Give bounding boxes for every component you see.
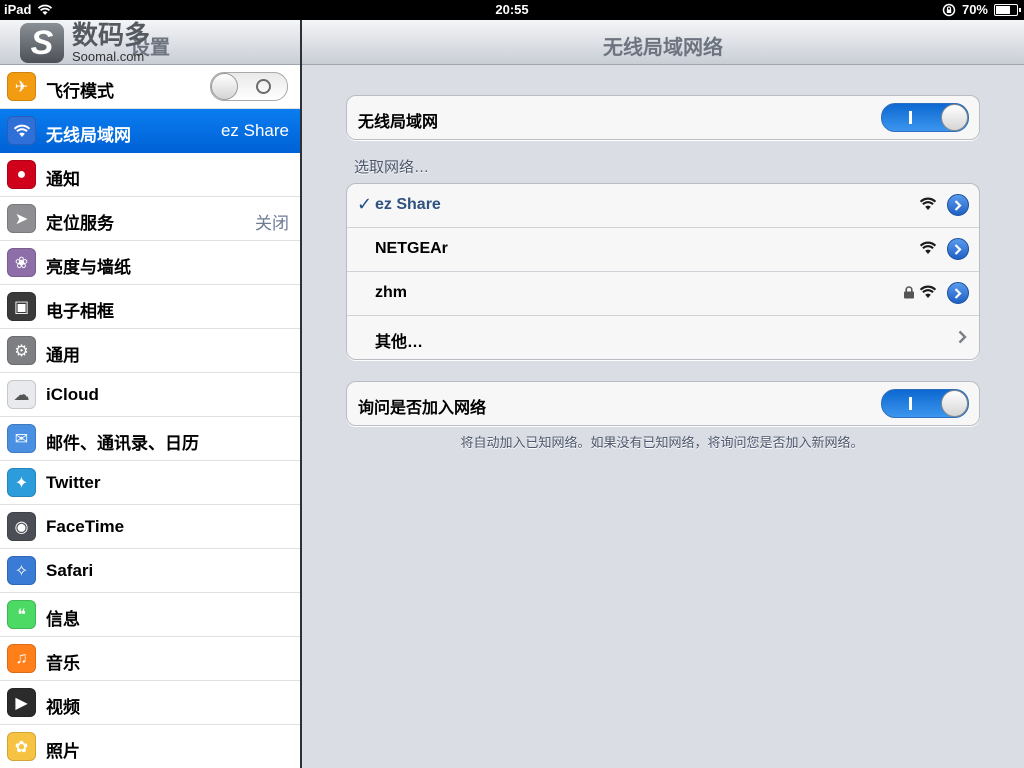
network-detail-button[interactable] [947, 194, 969, 216]
sidebar-item[interactable]: ✦ Twitter [0, 461, 300, 505]
wifi-icon [7, 116, 36, 145]
network-name: zhm [375, 284, 407, 301]
network-detail-button[interactable] [947, 282, 969, 304]
sidebar-item[interactable]: ♫ 音乐 [0, 637, 300, 681]
picture-frame-icon: ▣ [7, 292, 36, 321]
sidebar-item-label: 电子相框 [46, 302, 114, 321]
sidebar-header: 设置 S 数码多 Soomal.com [0, 20, 300, 65]
facetime-icon: ◉ [7, 512, 36, 541]
sidebar-item-label: 视频 [46, 698, 80, 717]
sidebar-item-value: ez Share [220, 121, 289, 140]
watermark-logo: S 数码多 Soomal.com [20, 22, 150, 63]
wifi-strength-icon [919, 285, 937, 298]
choose-network-title: 选取网络… [354, 159, 430, 176]
network-name: ez Share [375, 196, 441, 213]
sidebar-item[interactable]: ◉ FaceTime [0, 505, 300, 549]
sidebar-item-label: 邮件、通讯录、日历 [46, 434, 199, 453]
sidebar-item[interactable]: ✈ 飞行模式 [0, 65, 300, 109]
wifi-toggle-row: 无线局域网 [347, 96, 979, 139]
detail-header: 无线局域网络 [302, 20, 1024, 65]
network-row[interactable]: zhm [347, 271, 979, 315]
cloud-icon: ☁ [7, 380, 36, 409]
wifi-detail-pane: 无线局域网络 无线局域网 选取网络… ✓ ez Share NETGEAr zhm 其… [302, 20, 1024, 768]
sidebar-item-label: Safari [46, 561, 94, 580]
chevron-right-icon [954, 199, 962, 211]
mail-icon: ✉ [7, 424, 36, 453]
sidebar-item-label: 信息 [46, 610, 80, 629]
sidebar-item[interactable]: ▶ 视频 [0, 681, 300, 725]
sidebar-item-label: 照片 [46, 742, 80, 761]
sidebar-item[interactable]: ✧ Safari [0, 549, 300, 593]
checkmark-icon: ✓ [357, 194, 373, 214]
battery-percent: 70% [961, 2, 988, 17]
wallpaper-icon: ❀ [7, 248, 36, 277]
battery-icon [994, 3, 1021, 16]
wifi-strength-icon [919, 197, 937, 210]
sidebar-item-label: FaceTime [46, 517, 125, 536]
wifi-toggle-label: 无线局域网 [358, 114, 439, 131]
sidebar-item[interactable]: ⚙ 通用 [0, 329, 300, 373]
sidebar-item[interactable]: ❝ 信息 [0, 593, 300, 637]
location-icon: ➤ [7, 204, 36, 233]
other-network-row[interactable]: 其他… [347, 315, 979, 359]
sidebar-item[interactable]: ● 通知 [0, 153, 300, 197]
network-name: NETGEAr [375, 240, 448, 257]
ask-to-join-group: 询问是否加入网络 [346, 381, 980, 426]
clock: 20:55 [495, 2, 529, 17]
detail-title: 无线局域网络 [603, 37, 723, 59]
twitter-icon: ✦ [7, 468, 36, 497]
airplane-icon: ✈ [7, 72, 36, 101]
sidebar-item-label: 亮度与墙纸 [46, 258, 131, 277]
settings-list: ✈ 飞行模式无线局域网 ez Share ● 通知 ➤ 定位服务 关闭 ❀ 亮度与墙纸 ▣ 电子相框 ⚙… [0, 65, 300, 768]
messages-icon: ❝ [7, 600, 36, 629]
sidebar-item[interactable]: ✉ 邮件、通讯录、日历 [0, 417, 300, 461]
sidebar-item-label: 定位服务 [46, 214, 114, 233]
chevron-right-icon [954, 243, 962, 255]
wifi-strength-icon [919, 241, 937, 254]
sidebar-item[interactable]: 无线局域网 ez Share [0, 109, 300, 153]
gear-icon: ⚙ [7, 336, 36, 365]
ask-to-join-row: 询问是否加入网络 [347, 382, 979, 425]
chevron-right-icon [958, 330, 967, 344]
sidebar-item-label: 通用 [46, 346, 80, 365]
settings-sidebar: 设置 S 数码多 Soomal.com ✈ 飞行模式无线局域网 ez Share ● 通… [0, 20, 300, 768]
music-icon: ♫ [7, 644, 36, 673]
wifi-switch[interactable] [881, 103, 969, 132]
watermark-mark-icon: S [20, 22, 64, 63]
sidebar-item-label: Twitter [46, 473, 101, 492]
sidebar-item[interactable]: ▣ 电子相框 [0, 285, 300, 329]
photos-icon: ✿ [7, 732, 36, 761]
ask-to-join-footnote: 将自动加入已知网络。如果没有已知网络，将询问您是否加入新网络。 [460, 435, 864, 450]
sidebar-item-label: 通知 [46, 170, 80, 189]
watermark-subtitle: Soomal.com [72, 49, 145, 64]
watermark-title: 数码多 [72, 20, 151, 50]
sidebar-item[interactable]: ❀ 亮度与墙纸 [0, 241, 300, 285]
network-row[interactable]: NETGEAr [347, 227, 979, 271]
video-icon: ▶ [7, 688, 36, 717]
rotation-lock-icon [942, 3, 956, 16]
sidebar-item[interactable]: ☁ iCloud [0, 373, 300, 417]
chevron-right-icon [954, 287, 962, 299]
ask-to-join-label: 询问是否加入网络 [358, 400, 487, 417]
airplane-mode-switch[interactable] [210, 72, 288, 101]
sidebar-item-value: 关闭 [255, 214, 289, 233]
sidebar-item[interactable]: ✿ 照片 [0, 725, 300, 768]
network-list: ✓ ez Share NETGEAr zhm 其他… [346, 183, 980, 360]
sidebar-item-label: 飞行模式 [46, 82, 114, 101]
other-network-label: 其他… [375, 334, 424, 351]
sidebar-item-label: iCloud [46, 385, 99, 404]
ask-to-join-switch[interactable] [881, 389, 969, 418]
status-bar: iPad 20:55 70% [0, 0, 1024, 20]
sidebar-item[interactable]: ➤ 定位服务 关闭 [0, 197, 300, 241]
sidebar-item-label: 无线局域网 [46, 126, 131, 145]
network-row[interactable]: ✓ ez Share [347, 184, 979, 227]
safari-icon: ✧ [7, 556, 36, 585]
sidebar-item-label: 音乐 [46, 654, 80, 673]
notification-icon: ● [7, 160, 36, 189]
network-detail-button[interactable] [947, 238, 969, 260]
lock-icon [904, 286, 914, 299]
wifi-toggle-group: 无线局域网 [346, 95, 980, 140]
